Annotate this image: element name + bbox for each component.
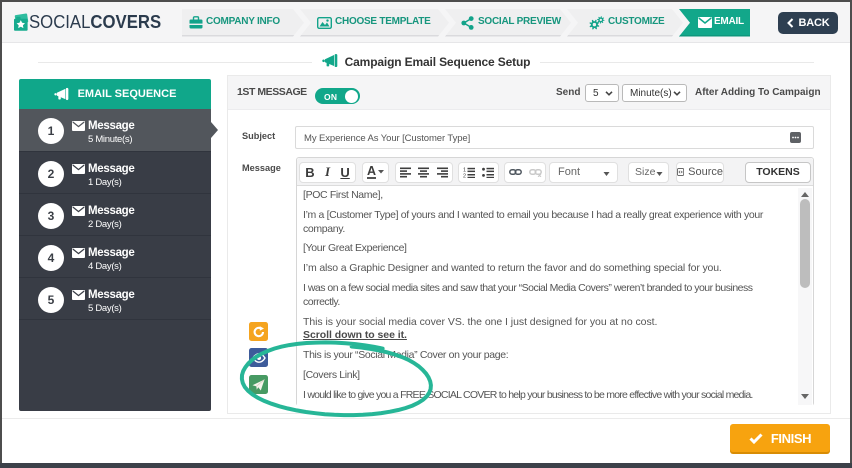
svg-text:2: 2: [463, 173, 466, 178]
